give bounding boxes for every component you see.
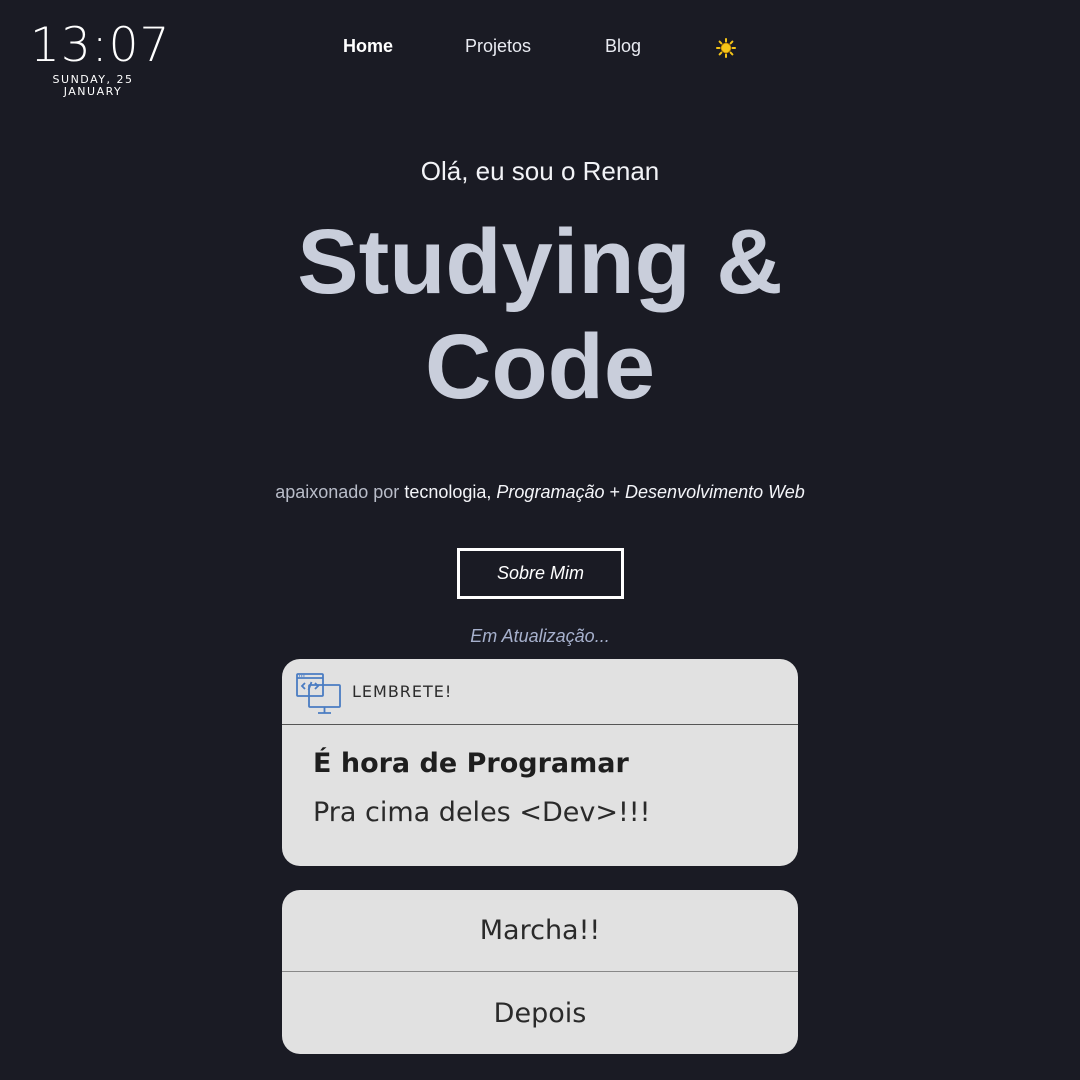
top-nav: Home Projetos Blog [0,36,1080,62]
clock-date: SUNDAY, 25 JANUARY [30,74,156,98]
notification-header: LEMBRETE! [282,659,798,725]
depois-button[interactable]: Depois [282,972,798,1054]
tagline-comma: , [486,482,492,502]
notification-body: Pra cima deles <Dev>!!! [313,797,651,828]
tagline-tech: tecnologia [404,482,487,502]
tagline: apaixonado por tecnologia, Programação +… [0,482,1080,503]
marcha-button[interactable]: Marcha!! [282,890,798,972]
reminder-notification: LEMBRETE! É hora de Programar Pra cima d… [282,659,798,866]
tagline-web: Desenvolvimento Web [625,482,805,502]
hero-title: Studying & Code [0,210,1080,420]
sun-icon [716,38,736,58]
notification-actions: Marcha!! Depois [282,890,798,1054]
code-monitor-icon [296,673,341,714]
notification-app-name: LEMBRETE! [352,682,453,701]
hero-title-line2: Code [425,316,655,418]
nav-home-link[interactable]: Home [343,36,393,57]
about-me-button[interactable]: Sobre Mim [457,548,624,599]
clock-date-month: JANUARY [63,85,123,98]
tagline-programacao: Programação [496,482,605,502]
nav-projetos-link[interactable]: Projetos [465,36,531,57]
tagline-prefix: apaixonado por [275,482,400,502]
greeting-text: Olá, eu sou o Renan [420,156,660,186]
update-status: Em Atualização... [470,626,610,646]
theme-toggle-button[interactable] [716,38,736,58]
nav-blog-link[interactable]: Blog [605,36,641,57]
notification-title: É hora de Programar [313,748,629,779]
hero-title-line1: Studying & [297,211,783,313]
tagline-plus: + [609,482,621,502]
